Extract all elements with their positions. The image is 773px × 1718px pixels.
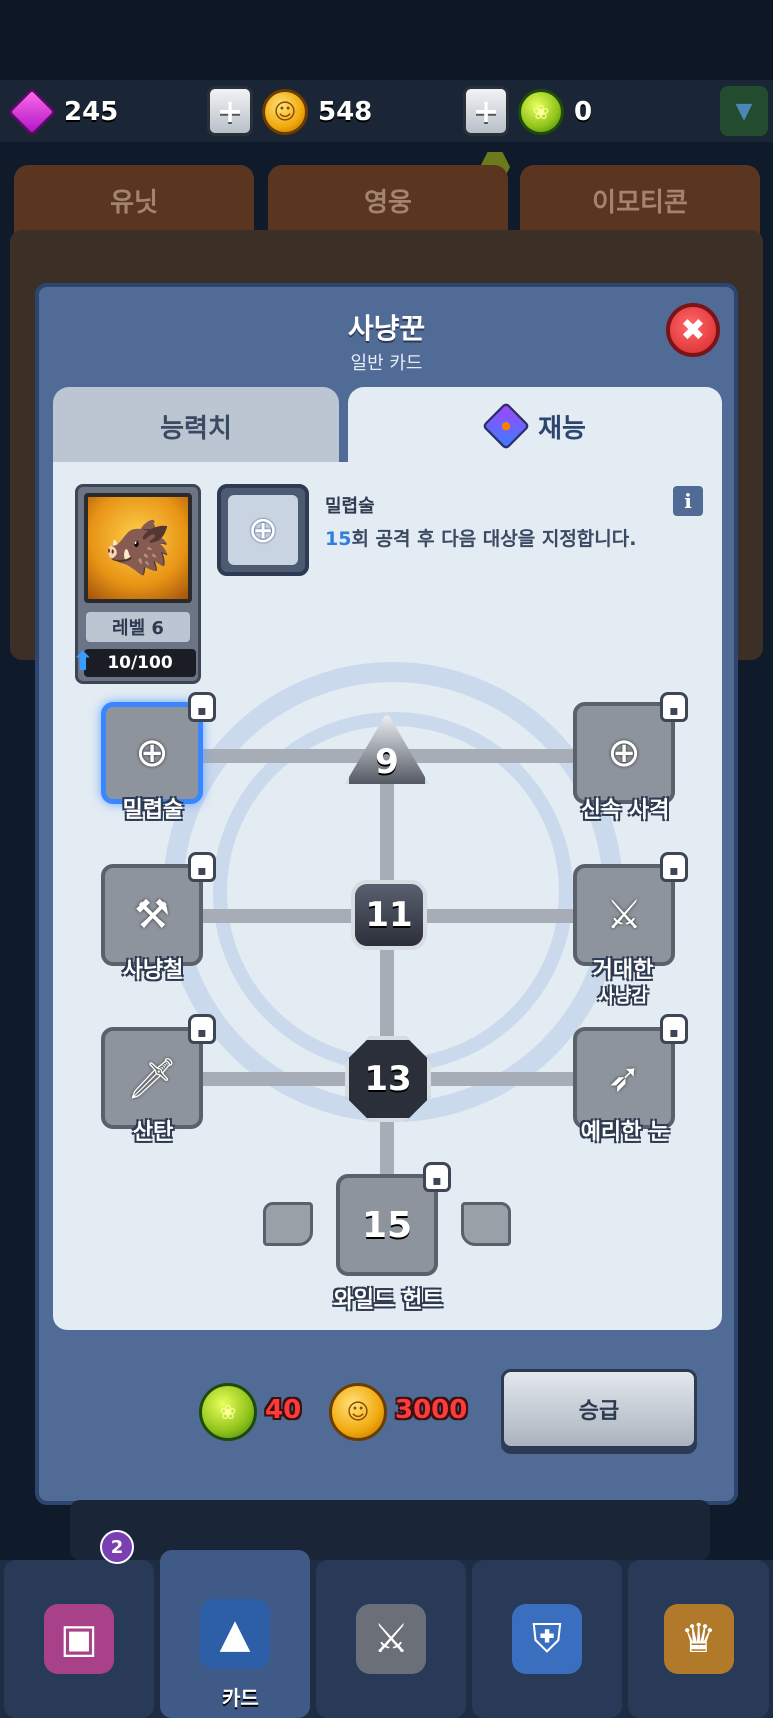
talent-label-scatter: 산탄 xyxy=(132,1120,174,1145)
gem-counter: 245 xyxy=(7,87,119,137)
leaf-count: 0 xyxy=(574,97,593,127)
lock-icon: ▪ xyxy=(660,852,688,882)
talent-label-hunting-iron: 사냥철 xyxy=(122,958,184,983)
talent-level-11: 11 xyxy=(351,880,427,950)
leaf-icon: ❀ xyxy=(518,89,564,135)
coin-cost-icon: ☺ xyxy=(329,1383,387,1441)
track-vertical xyxy=(380,752,394,1192)
wing-left-icon xyxy=(263,1202,313,1246)
xp-bar: 10/100 xyxy=(84,649,196,677)
talent-panel: 🐗 레벨 6 10/100 ⬆ ⊕ 밀렵술 15회 공격 후 다음 대상을 지정… xyxy=(53,462,722,1330)
lock-icon: ▪ xyxy=(188,1014,216,1044)
bg-tab-heroes: 영웅 xyxy=(268,165,508,235)
gem-icon xyxy=(7,87,57,137)
talent-label-giant-hunt-2: 사냥감 xyxy=(598,986,648,1007)
ability-desc-text: 회 공격 후 다음 대상을 지정합니다. xyxy=(351,528,637,550)
ability-description: 15회 공격 후 다음 대상을 지정합니다. xyxy=(325,524,636,551)
add-coins-button[interactable]: + xyxy=(463,86,509,136)
arrow-up-icon: ⬆ xyxy=(72,647,94,677)
cards-icon: ▲ xyxy=(200,1599,270,1669)
coin-counter: ☺ 548 xyxy=(262,88,372,136)
xp-value: 10/100 xyxy=(107,653,173,673)
talent-level-15: 15 xyxy=(361,1204,413,1246)
talent-label-poaching: 밀렵술 xyxy=(122,798,184,823)
talent-icon: ● xyxy=(481,401,531,451)
bg-tab-emoticons: 이모티콘 xyxy=(520,165,760,235)
gem-count: 245 xyxy=(64,97,119,127)
notification-badge: 2 xyxy=(100,1530,134,1564)
dropdown-icon[interactable]: ▼ xyxy=(720,86,768,136)
coin-cost: 3000 xyxy=(395,1395,468,1425)
talent-label-giant-hunt-1: 거대한 xyxy=(592,958,654,983)
talent-label-sharp-eye: 예리한 눈 xyxy=(580,1120,670,1145)
leaf-cost: 40 xyxy=(265,1395,302,1425)
bg-tab-units: 유닛 xyxy=(14,165,254,235)
ability-name: 밀렵술 xyxy=(325,496,375,517)
leaf-counter: ❀ 0 xyxy=(518,88,592,136)
upgrade-button[interactable]: 승급 xyxy=(501,1369,697,1449)
add-gems-button[interactable]: + xyxy=(207,86,253,136)
lock-icon: ▪ xyxy=(660,692,688,722)
talent-level-13: 13 xyxy=(345,1036,431,1122)
tab-stats[interactable]: 능력치 xyxy=(53,387,339,465)
nav-battle[interactable]: ⚔ xyxy=(316,1560,466,1718)
talent-node-wild-hunt[interactable]: 15 xyxy=(336,1174,438,1276)
modal-subtitle: 일반 카드 xyxy=(350,353,423,374)
wing-right-icon xyxy=(461,1202,511,1246)
shield-icon: ⛨ xyxy=(512,1604,582,1674)
talent-node-hunting-iron[interactable]: ⚒ xyxy=(101,864,203,966)
leaf-cost-icon: ❀ xyxy=(199,1383,257,1441)
talent-node-giant-hunt[interactable]: ⚔ xyxy=(573,864,675,966)
nav-shop[interactable]: ▣ xyxy=(4,1560,154,1718)
nav-ranking[interactable]: ♛ xyxy=(628,1560,769,1718)
crosshair-icon: ⊕ xyxy=(228,495,298,565)
crown-icon: ♛ xyxy=(663,1604,734,1674)
lock-icon: ▪ xyxy=(423,1162,451,1192)
info-icon[interactable]: i xyxy=(673,486,703,516)
nav-clan[interactable]: ⛨ xyxy=(472,1560,622,1718)
ability-icon: ⊕ xyxy=(217,484,309,576)
card-detail-modal: 사냥꾼 일반 카드 ✖ 능력치 ● 재능 🐗 레벨 6 10/100 ⬆ ⊕ 밀… xyxy=(35,283,738,1505)
lock-icon: ▪ xyxy=(188,852,216,882)
hero-level: 레벨 6 xyxy=(86,612,190,642)
talent-label-quick-shot: 신속 사격 xyxy=(580,798,670,823)
ability-count: 15 xyxy=(325,528,352,550)
lock-icon: ▪ xyxy=(660,1014,688,1044)
tab-stats-label: 능력치 xyxy=(160,413,232,444)
modal-title: 사냥꾼 xyxy=(347,312,426,345)
chest-icon: ▣ xyxy=(44,1604,114,1674)
top-background xyxy=(0,0,773,90)
hero-card[interactable]: 🐗 레벨 6 10/100 ⬆ xyxy=(72,484,201,684)
nav-cards-label: 카드 xyxy=(222,1686,259,1710)
tab-talent-label: 재능 xyxy=(538,413,586,444)
tab-talent[interactable]: ● 재능 xyxy=(348,387,722,465)
coin-count: 548 xyxy=(318,97,373,127)
hunter-portrait: 🐗 xyxy=(84,493,192,603)
crossed-swords-icon: ⚔ xyxy=(356,1604,426,1674)
coin-icon: ☺ xyxy=(262,89,308,135)
close-button[interactable]: ✖ xyxy=(666,303,720,357)
talent-label-wild-hunt: 와일드 헌트 xyxy=(333,1288,443,1313)
lock-icon: ▪ xyxy=(188,692,216,722)
